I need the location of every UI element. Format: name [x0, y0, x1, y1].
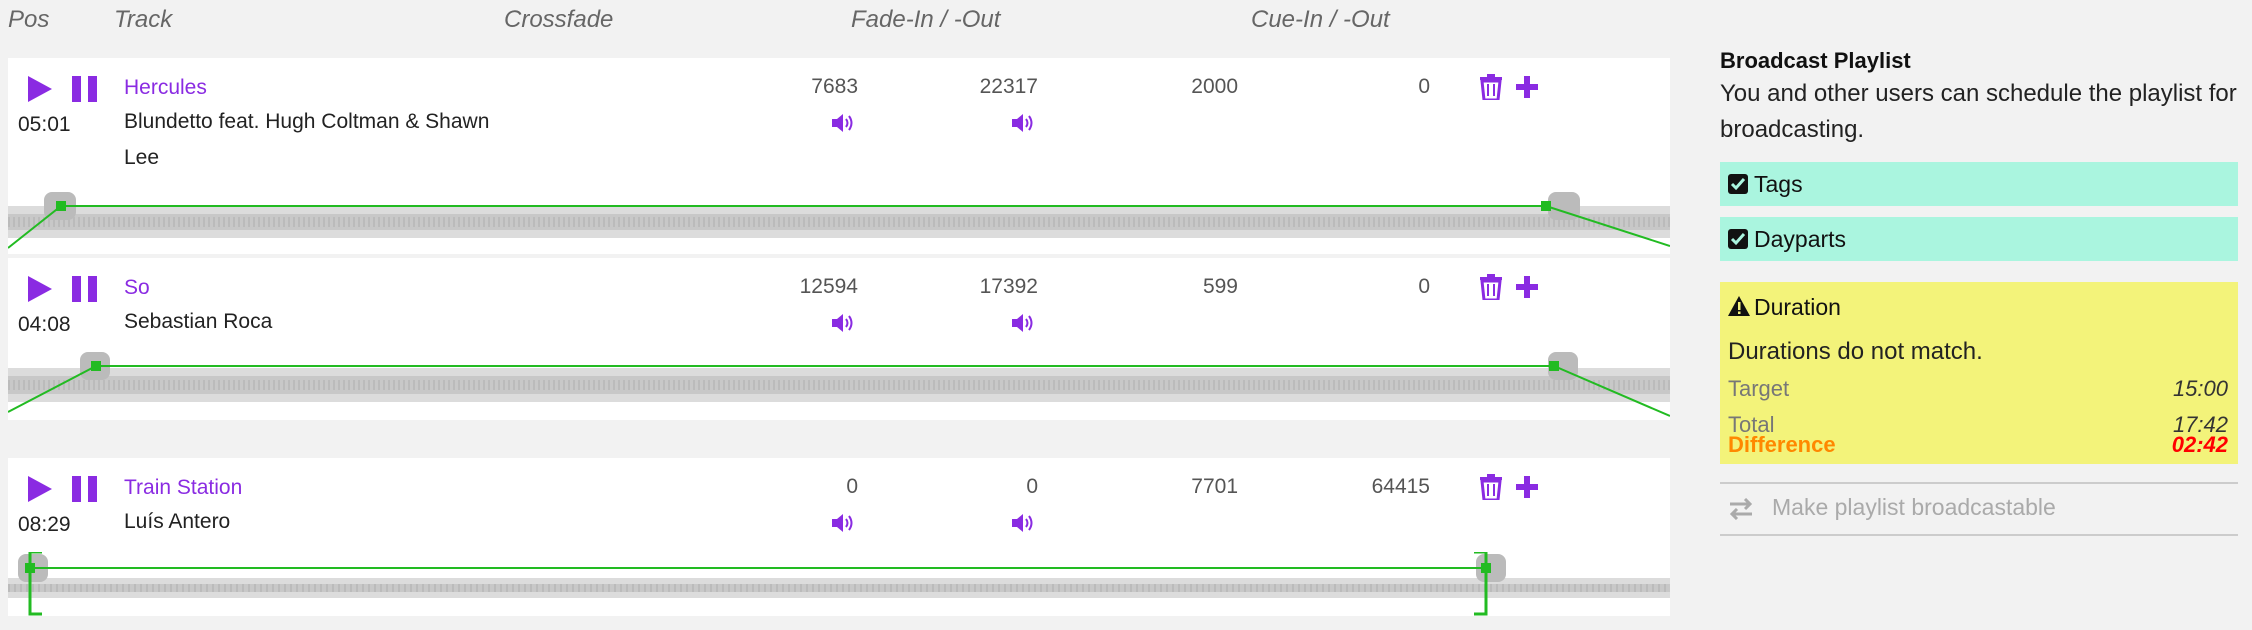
difference-label: Difference — [1728, 432, 1836, 457]
delete-button[interactable] — [1480, 274, 1502, 305]
checkbox-icon — [1728, 229, 1748, 249]
track-row: So 04:08 Sebastian Roca 12594 17392 599 … — [8, 258, 1670, 420]
plus-icon — [1516, 76, 1538, 98]
fade-out-preview-button[interactable] — [1012, 313, 1034, 338]
header-fade: Fade-In / -Out — [851, 6, 1001, 33]
add-button[interactable] — [1516, 276, 1538, 303]
header-pos: Pos — [8, 6, 50, 33]
make-broadcastable-button[interactable]: Make playlist broadcastable — [1720, 482, 2238, 536]
header-crossfade: Crossfade — [504, 6, 614, 33]
fade-in-value[interactable]: 0 — [738, 475, 858, 499]
track-row: Hercules 05:01 Blundetto feat. Hugh Colt… — [8, 58, 1670, 254]
fade-out-handle[interactable] — [1541, 201, 1551, 211]
fade-out-value[interactable]: 17392 — [918, 275, 1038, 299]
fade-out-handle[interactable] — [1549, 361, 1559, 371]
fade-out-value[interactable]: 22317 — [918, 75, 1038, 99]
play-icon — [28, 476, 52, 502]
play-button[interactable] — [28, 276, 52, 302]
track-duration: 04:08 — [18, 313, 71, 336]
fade-out-preview-button[interactable] — [1012, 513, 1034, 538]
speaker-icon — [832, 314, 853, 332]
track-artist: Sebastian Roca — [124, 310, 273, 333]
pause-icon — [72, 276, 97, 302]
fade-out-preview-button[interactable] — [1012, 113, 1034, 138]
cue-in-handle[interactable] — [25, 563, 35, 573]
plus-icon — [1516, 476, 1538, 498]
plus-icon — [1516, 276, 1538, 298]
waveform[interactable] — [8, 186, 1670, 254]
tags-label: Tags — [1754, 171, 1803, 197]
fade-in-preview-button[interactable] — [832, 113, 854, 138]
sidebar-title: Broadcast Playlist — [1720, 48, 1911, 73]
warning-icon — [1728, 296, 1750, 316]
add-button[interactable] — [1516, 476, 1538, 503]
cue-in-value[interactable]: 2000 — [1118, 75, 1238, 99]
fade-in-preview-button[interactable] — [832, 313, 854, 338]
duration-message: Durations do not match. — [1728, 338, 1983, 365]
dayparts-check[interactable]: Dayparts — [1720, 217, 2238, 261]
pause-button[interactable] — [72, 276, 98, 302]
speaker-icon — [1012, 114, 1033, 132]
cue-out-value[interactable]: 64415 — [1310, 475, 1430, 499]
cue-out-value[interactable]: 0 — [1310, 75, 1430, 99]
duration-panel: Duration Durations do not match. Target … — [1720, 282, 2238, 464]
track-title[interactable]: So — [124, 276, 150, 300]
dayparts-label: Dayparts — [1754, 226, 1847, 252]
header-track: Track — [114, 6, 173, 33]
target-value: 15:00 — [2172, 376, 2228, 401]
track-title[interactable]: Train Station — [124, 476, 242, 500]
play-icon — [28, 276, 52, 302]
trash-icon — [1480, 274, 1502, 302]
speaker-icon — [832, 114, 853, 132]
track-artist: Blundetto feat. Hugh Coltman & Shawn Lee — [124, 110, 490, 169]
speaker-icon — [1012, 314, 1033, 332]
fade-in-value[interactable]: 12594 — [738, 275, 858, 299]
checkbox-icon — [1728, 174, 1748, 194]
swap-icon — [1729, 498, 1753, 520]
speaker-icon — [1012, 514, 1033, 532]
pause-icon — [72, 476, 97, 502]
fade-in-value[interactable]: 7683 — [738, 75, 858, 99]
track-duration: 08:29 — [18, 513, 71, 536]
sidebar-description: You and other users can schedule the pla… — [1720, 80, 2237, 143]
trash-icon — [1480, 74, 1502, 102]
track-row: Train Station 08:29 Luís Antero 0 0 7701… — [8, 458, 1670, 616]
waveform[interactable] — [8, 552, 1670, 616]
duration-title: Duration — [1754, 294, 1841, 320]
pause-icon — [72, 76, 97, 102]
cue-in-value[interactable]: 599 — [1118, 275, 1238, 299]
tags-check[interactable]: Tags — [1720, 162, 2238, 206]
cue-in-value[interactable]: 7701 — [1118, 475, 1238, 499]
play-button[interactable] — [28, 76, 52, 102]
play-button[interactable] — [28, 476, 52, 502]
cue-out-value[interactable]: 0 — [1310, 275, 1430, 299]
speaker-icon — [832, 514, 853, 532]
fade-in-preview-button[interactable] — [832, 513, 854, 538]
play-icon — [28, 76, 52, 102]
trash-icon — [1480, 474, 1502, 502]
add-button[interactable] — [1516, 76, 1538, 103]
fade-out-value[interactable]: 0 — [918, 475, 1038, 499]
fade-in-handle[interactable] — [56, 201, 66, 211]
fade-in-handle[interactable] — [91, 361, 101, 371]
delete-button[interactable] — [1480, 74, 1502, 105]
header-cue: Cue-In / -Out — [1251, 6, 1390, 33]
delete-button[interactable] — [1480, 474, 1502, 505]
cue-out-handle[interactable] — [1481, 563, 1491, 573]
make-broadcastable-label: Make playlist broadcastable — [1772, 494, 2056, 520]
track-title[interactable]: Hercules — [124, 76, 207, 100]
waveform[interactable] — [8, 350, 1670, 420]
pause-button[interactable] — [72, 76, 98, 102]
pause-button[interactable] — [72, 476, 98, 502]
track-artist: Luís Antero — [124, 510, 231, 533]
target-label: Target — [1728, 376, 1790, 401]
difference-value: 02:42 — [2171, 432, 2228, 457]
track-duration: 05:01 — [18, 113, 71, 136]
